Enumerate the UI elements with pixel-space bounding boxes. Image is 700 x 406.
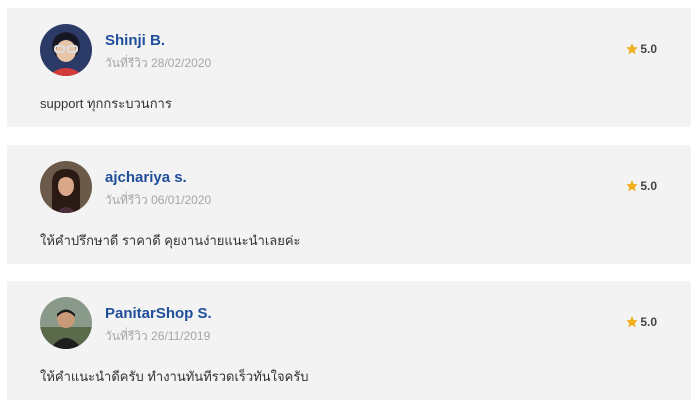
reviewer-avatar: [40, 24, 92, 76]
review-card: PanitarShop S. วันที่รีวิว 26/11/2019 5.…: [7, 281, 691, 400]
reviewer-avatar: [40, 161, 92, 213]
review-card: ajchariya s. วันที่รีวิว 06/01/2020 5.0 …: [7, 145, 691, 264]
rating: 5.0: [625, 42, 657, 56]
reviewer-name[interactable]: PanitarShop S.: [105, 305, 212, 322]
review-text: support ทุกกระบวนการ: [40, 96, 172, 111]
reviewer-avatar: [40, 297, 92, 349]
rating: 5.0: [625, 315, 657, 329]
woman-long-hair-avatar-icon: [40, 161, 92, 213]
review-date: วันที่รีวิว 06/01/2020: [105, 193, 212, 207]
rating: 5.0: [625, 179, 657, 193]
rating-value: 5.0: [640, 179, 657, 193]
review-date: วันที่รีวิว 28/02/2020: [105, 56, 212, 70]
star-icon: [626, 43, 639, 55]
review-date: วันที่รีวิว 26/11/2019: [105, 329, 211, 343]
star-icon: [626, 316, 639, 328]
review-text: ให้คำปรึกษาดี ราคาดี คุยงานง่ายแนะนำเลยค…: [40, 233, 301, 248]
star-icon: [626, 180, 639, 192]
review-card: Shinji B. วันที่รีวิว 28/02/2020 5.0 sup…: [7, 8, 691, 127]
rating-value: 5.0: [640, 42, 657, 56]
person-with-glasses-avatar-icon: [40, 24, 92, 76]
review-text: ให้คำแนะนำดีครับ ทำงานทันทีรวดเร็วทันใจค…: [40, 369, 309, 384]
rating-value: 5.0: [640, 315, 657, 329]
review-list: Shinji B. วันที่รีวิว 28/02/2020 5.0 sup…: [0, 0, 700, 406]
reviewer-name[interactable]: Shinji B.: [105, 32, 165, 49]
reviewer-name[interactable]: ajchariya s.: [105, 169, 187, 186]
man-outdoor-avatar-icon: [40, 297, 92, 349]
